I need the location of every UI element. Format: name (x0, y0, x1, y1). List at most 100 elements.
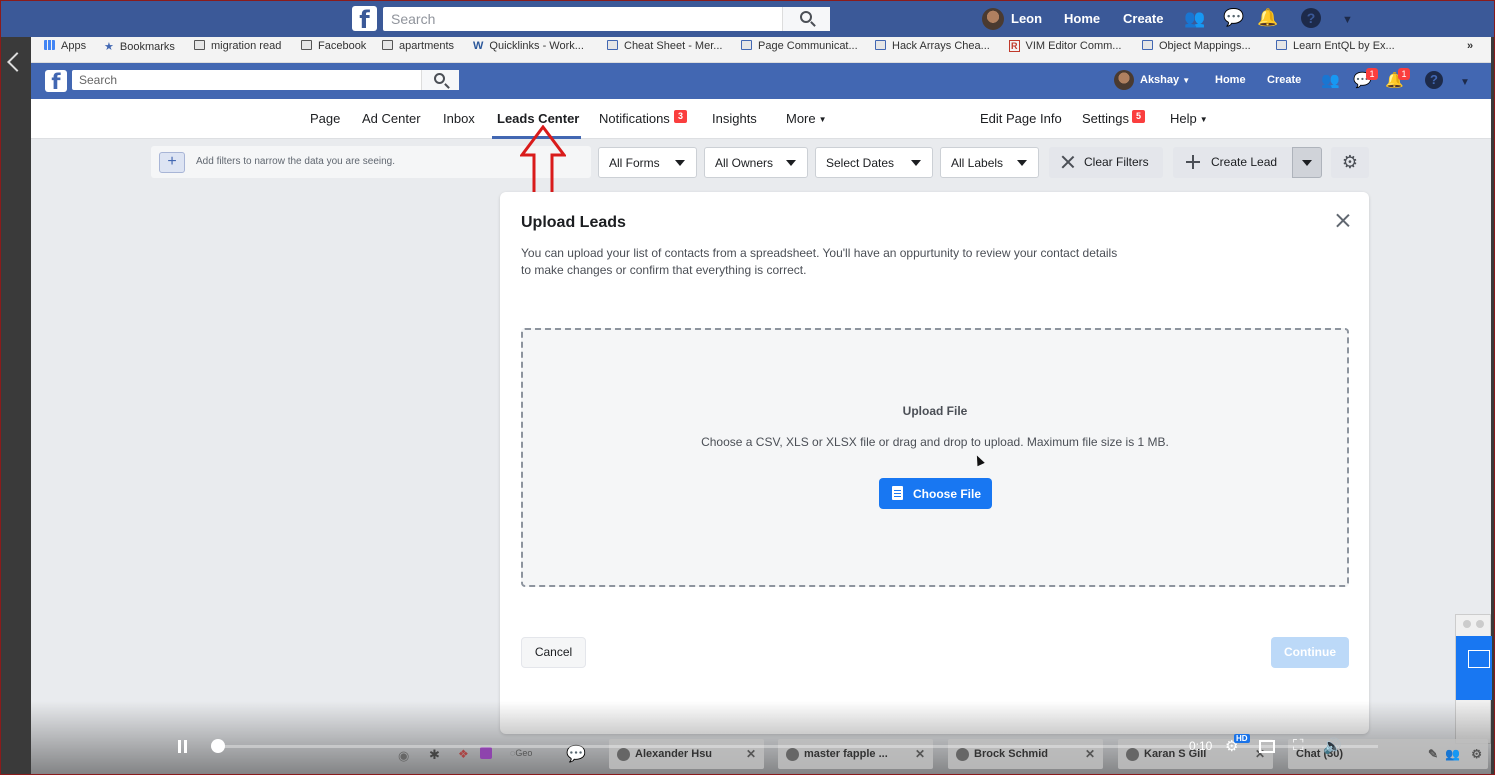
chat-tab-main[interactable]: Chat (30) ✎ 👥 ⚙ (1288, 739, 1488, 769)
globe-icon[interactable]: ◉ (398, 748, 409, 764)
messenger-icon[interactable]: 💬 (1223, 8, 1244, 28)
inner-search-button[interactable] (421, 70, 459, 90)
bookmark-label: VIM Editor Comm... (1025, 40, 1122, 52)
notifications-bell-icon[interactable]: 🔔 (1257, 8, 1278, 28)
fullscreen-icon[interactable]: ⛶ (1293, 737, 1304, 754)
close-icon[interactable]: ✕ (1085, 747, 1095, 761)
dropdown-arrow-icon (675, 160, 685, 166)
gear-icon[interactable]: ⚙ (1471, 747, 1482, 761)
chat-tab-label: Alexander Hsu (635, 748, 713, 760)
bookmark-page-communication[interactable]: Page Communicat... (741, 40, 858, 58)
bookmark-bookmarks[interactable]: ★ Bookmarks (104, 40, 175, 58)
gear-icon: ⚙ (1341, 152, 1359, 172)
inner-create-link[interactable]: Create (1267, 74, 1301, 86)
cancel-button[interactable]: Cancel (521, 637, 586, 668)
edit-page-info-link[interactable]: Edit Page Info (980, 111, 1062, 126)
tab-more-label: More (786, 111, 816, 126)
apps-grid-icon (44, 40, 55, 50)
bookmark-vim-editor[interactable]: R VIM Editor Comm... (1009, 40, 1121, 58)
labels-dropdown[interactable]: All Labels (940, 147, 1039, 178)
theater-mode-icon[interactable] (1259, 740, 1275, 753)
help-icon[interactable]: ? (1425, 71, 1443, 89)
close-icon[interactable]: ✕ (746, 747, 756, 761)
extension-icon[interactable]: ❖ (458, 747, 469, 761)
help-icon[interactable]: ? (1301, 8, 1321, 28)
inner-search-input[interactable]: Search (72, 70, 459, 90)
chat-tab-alexander-hsu[interactable]: Alexander Hsu ✕ (609, 739, 764, 769)
close-icon[interactable]: ✕ (915, 747, 925, 761)
dates-dropdown[interactable]: Select Dates (815, 147, 933, 178)
close-icon[interactable] (1336, 213, 1350, 227)
clear-filters-button[interactable]: Clear Filters (1049, 147, 1163, 178)
bookmark-cheat-sheet[interactable]: Cheat Sheet - Mer... (607, 40, 722, 58)
video-scrubber-handle[interactable] (211, 739, 225, 753)
labels-dropdown-label: All Labels (951, 156, 1004, 170)
bookmark-facebook[interactable]: Facebook (301, 40, 366, 58)
geo-extension-icon[interactable]: ◌Geo (510, 748, 532, 758)
create-lead-options-button[interactable] (1292, 147, 1322, 178)
dropdown-arrow-icon (786, 160, 796, 166)
extension-icon[interactable] (480, 747, 492, 759)
clear-filters-label: Clear Filters (1084, 155, 1149, 169)
hd-badge: HD (1234, 734, 1250, 743)
account-menu-chevron-icon[interactable]: ▼ (1342, 10, 1353, 30)
bookmarks-overflow[interactable]: » (1467, 40, 1473, 58)
outer-create-link[interactable]: Create (1123, 11, 1163, 26)
inner-profile-link[interactable]: Akshay ▼ (1140, 74, 1190, 86)
outer-search-button[interactable] (782, 7, 830, 31)
tab-ad-center[interactable]: Ad Center (362, 111, 421, 126)
tab-leads-center[interactable]: Leads Center (497, 111, 579, 126)
tab-inbox[interactable]: Inbox (443, 111, 475, 126)
avatar (617, 748, 630, 761)
dialog-description: You can upload your list of contacts fro… (521, 246, 1118, 277)
video-left-nav[interactable] (1, 37, 31, 774)
chat-tab-master-fapple[interactable]: master fapple ... ✕ (778, 739, 933, 769)
bookmark-apps[interactable]: Apps (44, 40, 86, 58)
chat-tab-label: master fapple ... (804, 748, 888, 760)
outer-search-placeholder: Search (391, 11, 436, 27)
inner-home-link[interactable]: Home (1215, 74, 1246, 86)
bookmark-apartments[interactable]: apartments (382, 40, 454, 58)
video-time: 0:10 (1189, 739, 1213, 753)
caret-down-icon: ▼ (1199, 115, 1208, 124)
create-lead-button[interactable]: Create Lead (1173, 147, 1292, 178)
avatar (786, 748, 799, 761)
friends-icon[interactable]: 👥 (1184, 9, 1205, 29)
settings-link[interactable]: Settings (1082, 111, 1129, 126)
tab-insights[interactable]: Insights (712, 111, 757, 126)
tab-page[interactable]: Page (310, 111, 340, 126)
bookmark-quicklinks[interactable]: W Quicklinks - Work... (473, 40, 584, 58)
outer-profile-link[interactable]: Leon (1011, 11, 1042, 26)
forms-dropdown[interactable]: All Forms (598, 147, 697, 178)
chat-tab-brock-schmid[interactable]: Brock Schmid ✕ (948, 739, 1103, 769)
volume-icon[interactable]: 🔊 (1323, 737, 1342, 755)
bookmark-learn-entql[interactable]: Learn EntQL by Ex... (1276, 40, 1395, 58)
pause-button[interactable] (178, 740, 188, 753)
tab-notifications[interactable]: Notifications (599, 111, 670, 126)
chevron-left-icon[interactable] (7, 52, 27, 72)
settings-gear-button[interactable]: ⚙ (1331, 147, 1369, 178)
star-icon: ★ (104, 41, 114, 53)
tab-more[interactable]: More ▼ (786, 111, 827, 126)
bookmark-migration-read[interactable]: migration read (194, 40, 281, 58)
add-filter-button[interactable]: + (159, 152, 185, 173)
bug-icon[interactable]: ✱ (429, 747, 440, 763)
people-icon[interactable]: 👥 (1445, 747, 1460, 761)
outer-home-link[interactable]: Home (1064, 11, 1100, 26)
facebook-logo-icon[interactable]: f (352, 6, 377, 34)
owners-dropdown[interactable]: All Owners (704, 147, 808, 178)
file-drop-zone[interactable]: Upload File Choose a CSV, XLS or XLSX fi… (521, 328, 1349, 587)
help-link[interactable]: Help ▼ (1170, 111, 1208, 126)
account-menu-chevron-icon[interactable]: ▼ (1460, 73, 1470, 93)
choose-file-button[interactable]: Choose File (879, 478, 992, 509)
continue-button[interactable]: Continue (1271, 637, 1349, 668)
avatar[interactable] (1114, 70, 1134, 90)
avatar[interactable] (982, 8, 1004, 30)
friends-icon[interactable]: 👥 (1321, 71, 1340, 91)
r-logo-icon: R (1009, 40, 1020, 52)
bookmark-object-mappings[interactable]: Object Mappings... (1142, 40, 1251, 58)
facebook-logo-icon[interactable]: f (45, 70, 67, 94)
outer-search-input[interactable]: Search (383, 7, 830, 31)
edit-icon[interactable]: ✎ (1428, 747, 1438, 761)
bookmark-hack-arrays[interactable]: Hack Arrays Chea... (875, 40, 990, 58)
